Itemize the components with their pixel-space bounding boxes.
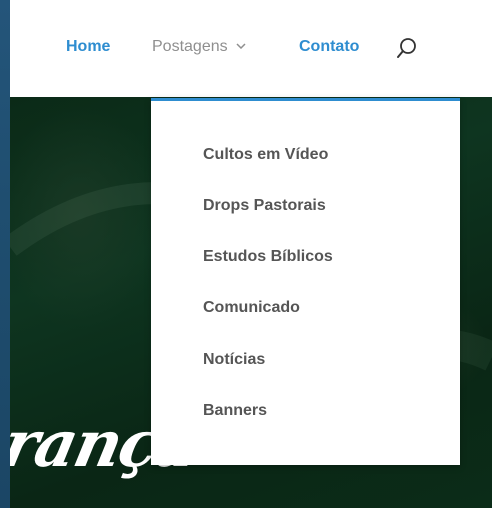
menu-item-noticias[interactable]: Notícias (203, 351, 265, 369)
chevron-down-icon (236, 43, 246, 49)
nav-contato-link[interactable]: Contato (299, 38, 359, 56)
menu-item-cultos-em-video[interactable]: Cultos em Vídeo (203, 146, 328, 164)
menu-item-drops-pastorais[interactable]: Drops Pastorais (203, 197, 326, 215)
postagens-dropdown-menu: Cultos em Vídeo Drops Pastorais Estudos … (151, 98, 460, 465)
menu-item-estudos-biblicos[interactable]: Estudos Bíblicos (203, 248, 333, 266)
search-icon[interactable] (395, 36, 419, 60)
nav-home-link[interactable]: Home (66, 38, 110, 56)
menu-item-comunicado[interactable]: Comunicado (203, 299, 300, 317)
nav-postagens-label: Postagens (152, 38, 228, 55)
nav-postagens-menu[interactable]: Postagens (152, 38, 246, 56)
menu-item-banners[interactable]: Banners (203, 402, 267, 420)
top-navigation: Home Postagens Contato (10, 0, 492, 97)
